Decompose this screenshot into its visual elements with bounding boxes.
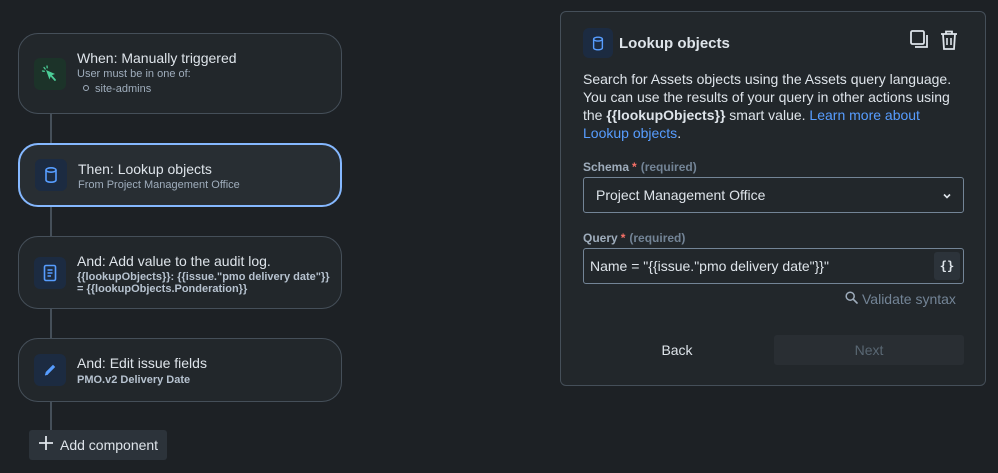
cursor-click-icon bbox=[34, 58, 66, 90]
query-label-text: Query bbox=[583, 231, 618, 245]
audit-title: And: Add value to the audit log. bbox=[77, 253, 271, 269]
chevron-down-icon bbox=[941, 189, 953, 205]
smart-value-text: {{lookupObjects}} bbox=[606, 107, 726, 123]
audit-line-2: = {{lookupObjects.Ponderation}} bbox=[77, 283, 248, 295]
search-icon bbox=[845, 291, 858, 307]
database-icon bbox=[35, 159, 67, 191]
copy-icon bbox=[909, 29, 931, 56]
schema-label-text: Schema bbox=[583, 160, 630, 174]
panel-title: Lookup objects bbox=[619, 35, 730, 52]
delete-button[interactable] bbox=[937, 30, 961, 54]
lookup-objects-panel: Lookup objects Search for Assets objects… bbox=[560, 11, 986, 386]
connector-line bbox=[50, 309, 52, 339]
add-component-label: Add component bbox=[60, 437, 159, 453]
edit-issue-fields-node[interactable]: And: Edit issue fields PMO.v2 Delivery D… bbox=[18, 338, 342, 402]
schema-label: Schema * (required) bbox=[583, 160, 697, 174]
query-field: {} bbox=[583, 248, 964, 284]
validate-syntax-label: Validate syntax bbox=[862, 291, 956, 307]
audit-line-1: {{lookupObjects}}: {{issue."pmo delivery… bbox=[77, 271, 330, 283]
trigger-title: When: Manually triggered bbox=[77, 50, 237, 66]
trigger-node[interactable]: When: Manually triggered User must be in… bbox=[18, 33, 342, 114]
trigger-group-item: site-admins bbox=[83, 83, 151, 95]
add-component-button[interactable]: Add component bbox=[29, 430, 167, 460]
connector-line bbox=[50, 401, 52, 430]
panel-description: Search for Assets objects using the Asse… bbox=[583, 70, 965, 142]
next-button[interactable]: Next bbox=[774, 335, 964, 365]
required-asterisk: * bbox=[632, 160, 637, 174]
description-text: smart value. bbox=[725, 107, 810, 123]
description-text: . bbox=[677, 125, 682, 141]
connector-line bbox=[50, 113, 52, 144]
connector-line bbox=[50, 206, 52, 236]
query-label: Query * (required) bbox=[583, 231, 685, 245]
smart-value-button[interactable]: {} bbox=[934, 252, 960, 280]
pencil-icon bbox=[34, 354, 66, 386]
validate-syntax-button[interactable]: Validate syntax bbox=[845, 291, 956, 307]
trigger-subtitle: User must be in one of: bbox=[77, 68, 191, 80]
duplicate-button[interactable] bbox=[908, 29, 932, 56]
required-asterisk: * bbox=[620, 231, 626, 245]
lookup-objects-node[interactable]: Then: Lookup objects From Project Manage… bbox=[18, 143, 342, 207]
back-button[interactable]: Back bbox=[583, 335, 771, 365]
edit-title: And: Edit issue fields bbox=[77, 355, 207, 371]
schema-select[interactable]: Project Management Office bbox=[583, 177, 964, 213]
lookup-subtitle: From Project Management Office bbox=[78, 179, 240, 191]
schema-value: Project Management Office bbox=[596, 187, 766, 203]
audit-log-node[interactable]: And: Add value to the audit log. {{looku… bbox=[18, 236, 342, 309]
lookup-title: Then: Lookup objects bbox=[78, 161, 212, 177]
trash-icon bbox=[938, 29, 960, 56]
required-text: (required) bbox=[640, 160, 697, 174]
database-icon bbox=[583, 28, 613, 58]
edit-subtitle: PMO.v2 Delivery Date bbox=[77, 374, 191, 386]
document-icon bbox=[34, 257, 66, 289]
query-input[interactable] bbox=[584, 249, 924, 283]
plus-icon bbox=[38, 435, 54, 456]
required-text: (required) bbox=[629, 231, 686, 245]
